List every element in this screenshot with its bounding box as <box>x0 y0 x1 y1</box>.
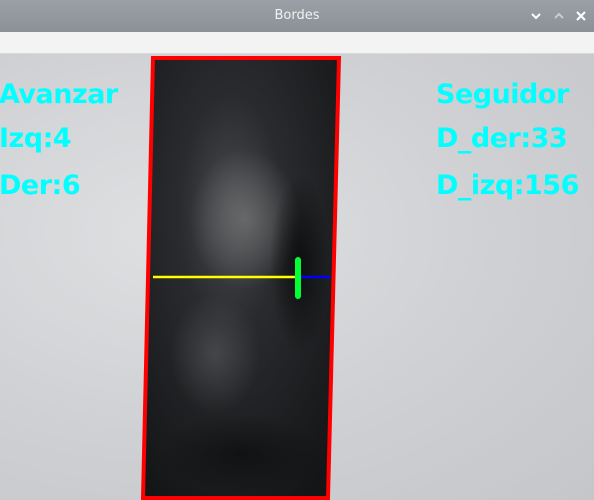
close-button[interactable] <box>573 8 589 24</box>
izq-value: Izq:4 <box>0 123 72 154</box>
camera-view: Avanzar Izq:4 Der:6 Seguidor D_der:33 D_… <box>0 54 594 500</box>
mode-label-right: Seguidor <box>436 79 569 110</box>
strip-glare-2 <box>170 294 260 414</box>
chevron-up-icon <box>554 12 564 20</box>
strip-shadow-2 <box>160 414 320 494</box>
window: Bordes Avanzar Izq:4 Der:6 Seguidor D_de… <box>0 0 594 500</box>
chevron-down-icon <box>531 12 541 20</box>
window-title: Bordes <box>274 8 320 23</box>
mode-label-left: Avanzar <box>0 79 118 110</box>
toolbar <box>0 32 594 54</box>
d-izq-value: D_izq:156 <box>436 170 579 201</box>
camera-frame <box>140 56 342 500</box>
der-value: Der:6 <box>0 170 81 201</box>
maximize-button[interactable] <box>551 8 567 24</box>
d-der-value: D_der:33 <box>436 123 568 154</box>
title-bar[interactable]: Bordes <box>0 0 594 32</box>
minimize-button[interactable] <box>528 8 544 24</box>
close-icon <box>576 11 586 21</box>
